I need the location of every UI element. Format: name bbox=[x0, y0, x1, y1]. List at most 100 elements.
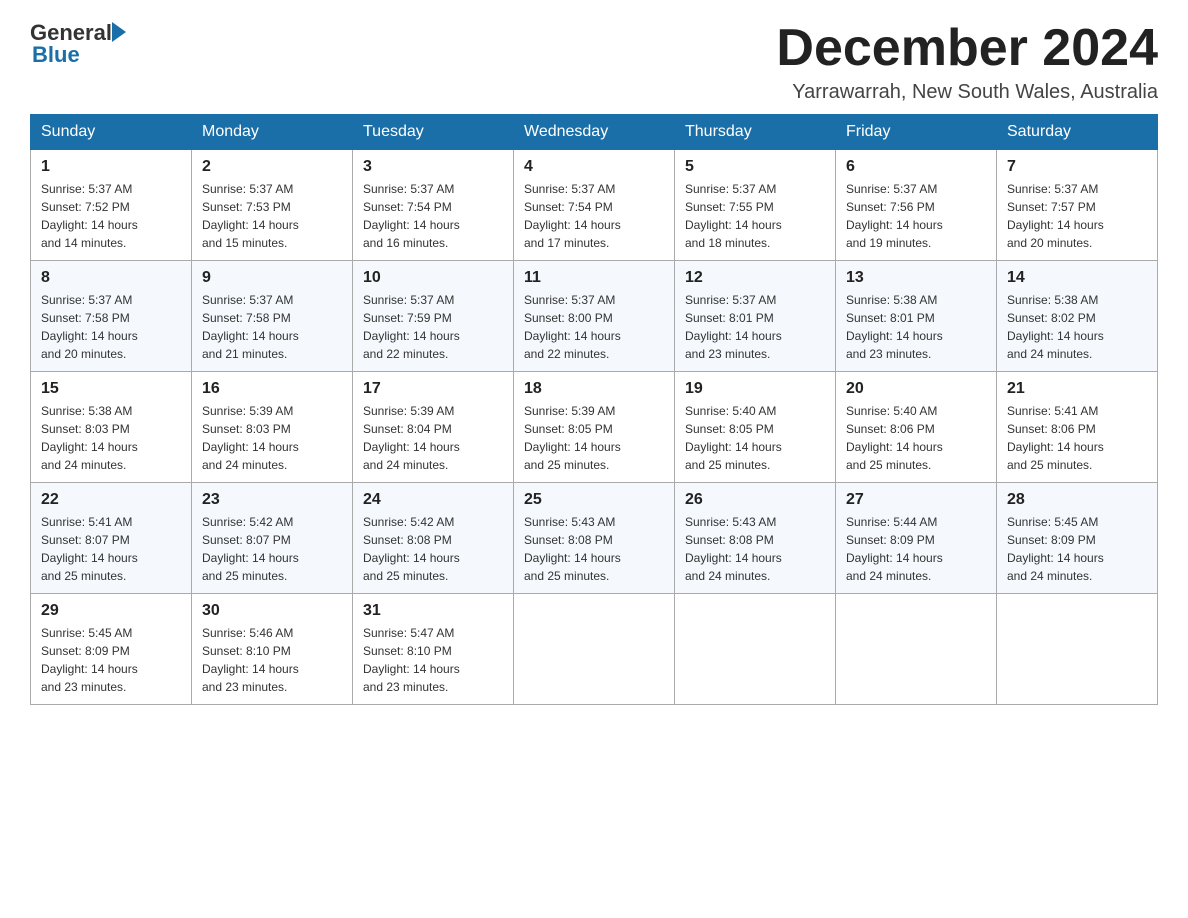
calendar-day-cell bbox=[514, 594, 675, 705]
day-info: Sunrise: 5:39 AMSunset: 8:04 PMDaylight:… bbox=[363, 402, 503, 474]
weekday-header-monday: Monday bbox=[192, 115, 353, 150]
day-number: 9 bbox=[202, 269, 342, 287]
calendar-day-cell bbox=[675, 594, 836, 705]
calendar-day-cell bbox=[997, 594, 1158, 705]
calendar-day-cell: 21 Sunrise: 5:41 AMSunset: 8:06 PMDayligh… bbox=[997, 372, 1158, 483]
calendar-header-row: SundayMondayTuesdayWednesdayThursdayFrid… bbox=[31, 115, 1158, 150]
calendar-day-cell: 5Sunrise: 5:37 AMSunset: 7:55 PMDaylight… bbox=[675, 150, 836, 261]
day-number: 29 bbox=[41, 602, 181, 620]
day-number: 21 bbox=[1007, 380, 1147, 398]
calendar-day-cell: 18 Sunrise: 5:39 AMSunset: 8:05 PMDayligh… bbox=[514, 372, 675, 483]
day-number: 18 bbox=[524, 380, 664, 398]
day-info: Sunrise: 5:42 AMSunset: 8:07 PMDaylight:… bbox=[202, 513, 342, 585]
day-info: Sunrise: 5:42 AMSunset: 8:08 PMDaylight:… bbox=[363, 513, 503, 585]
day-info: Sunrise: 5:40 AMSunset: 8:06 PMDaylight:… bbox=[846, 402, 986, 474]
day-info: Sunrise: 5:46 AMSunset: 8:10 PMDaylight:… bbox=[202, 624, 342, 696]
day-info: Sunrise: 5:37 AMSunset: 7:59 PMDaylight:… bbox=[363, 291, 503, 363]
day-info: Sunrise: 5:45 AMSunset: 8:09 PMDaylight:… bbox=[41, 624, 181, 696]
day-info: Sunrise: 5:39 AMSunset: 8:03 PMDaylight:… bbox=[202, 402, 342, 474]
day-info: Sunrise: 5:44 AMSunset: 8:09 PMDaylight:… bbox=[846, 513, 986, 585]
day-number: 8 bbox=[41, 269, 181, 287]
calendar-week-row: 29 Sunrise: 5:45 AMSunset: 8:09 PMDayligh… bbox=[31, 594, 1158, 705]
calendar-day-cell: 28 Sunrise: 5:45 AMSunset: 8:09 PMDayligh… bbox=[997, 483, 1158, 594]
day-info: Sunrise: 5:38 AMSunset: 8:02 PMDaylight:… bbox=[1007, 291, 1147, 363]
day-number: 6 bbox=[846, 158, 986, 176]
calendar-day-cell: 30 Sunrise: 5:46 AMSunset: 8:10 PMDayligh… bbox=[192, 594, 353, 705]
calendar-day-cell: 13 Sunrise: 5:38 AMSunset: 8:01 PMDayligh… bbox=[836, 261, 997, 372]
calendar-week-row: 15 Sunrise: 5:38 AMSunset: 8:03 PMDayligh… bbox=[31, 372, 1158, 483]
calendar-table: SundayMondayTuesdayWednesdayThursdayFrid… bbox=[30, 114, 1158, 705]
calendar-day-cell: 27 Sunrise: 5:44 AMSunset: 8:09 PMDayligh… bbox=[836, 483, 997, 594]
day-number: 2 bbox=[202, 158, 342, 176]
calendar-day-cell: 16Sunrise: 5:39 AMSunset: 8:03 PMDayligh… bbox=[192, 372, 353, 483]
day-number: 28 bbox=[1007, 491, 1147, 509]
day-info: Sunrise: 5:37 AMSunset: 7:58 PMDaylight:… bbox=[41, 291, 181, 363]
calendar-day-cell: 17 Sunrise: 5:39 AMSunset: 8:04 PMDayligh… bbox=[353, 372, 514, 483]
calendar-week-row: 1 Sunrise: 5:37 AMSunset: 7:52 PMDaylight… bbox=[31, 150, 1158, 261]
calendar-day-cell: 6Sunrise: 5:37 AMSunset: 7:56 PMDaylight… bbox=[836, 150, 997, 261]
day-info: Sunrise: 5:38 AMSunset: 8:03 PMDaylight:… bbox=[41, 402, 181, 474]
calendar-day-cell: 29 Sunrise: 5:45 AMSunset: 8:09 PMDayligh… bbox=[31, 594, 192, 705]
logo-blue-text: Blue bbox=[32, 42, 80, 68]
weekday-header-tuesday: Tuesday bbox=[353, 115, 514, 150]
weekday-header-friday: Friday bbox=[836, 115, 997, 150]
day-info: Sunrise: 5:37 AMSunset: 7:57 PMDaylight:… bbox=[1007, 180, 1147, 252]
day-info: Sunrise: 5:37 AMSunset: 7:52 PMDaylight:… bbox=[41, 180, 181, 252]
calendar-day-cell: 3Sunrise: 5:37 AMSunset: 7:54 PMDaylight… bbox=[353, 150, 514, 261]
calendar-day-cell: 25Sunrise: 5:43 AMSunset: 8:08 PMDayligh… bbox=[514, 483, 675, 594]
day-number: 25 bbox=[524, 491, 664, 509]
day-info: Sunrise: 5:37 AMSunset: 7:55 PMDaylight:… bbox=[685, 180, 825, 252]
calendar-day-cell: 2 Sunrise: 5:37 AMSunset: 7:53 PMDaylight… bbox=[192, 150, 353, 261]
day-number: 22 bbox=[41, 491, 181, 509]
day-info: Sunrise: 5:41 AMSunset: 8:06 PMDaylight:… bbox=[1007, 402, 1147, 474]
day-info: Sunrise: 5:41 AMSunset: 8:07 PMDaylight:… bbox=[41, 513, 181, 585]
weekday-header-sunday: Sunday bbox=[31, 115, 192, 150]
day-info: Sunrise: 5:40 AMSunset: 8:05 PMDaylight:… bbox=[685, 402, 825, 474]
month-title: December 2024 bbox=[776, 20, 1158, 77]
calendar-day-cell: 23Sunrise: 5:42 AMSunset: 8:07 PMDayligh… bbox=[192, 483, 353, 594]
title-section: December 2024 Yarrawarrah, New South Wal… bbox=[776, 20, 1158, 104]
day-info: Sunrise: 5:37 AMSunset: 7:54 PMDaylight:… bbox=[363, 180, 503, 252]
calendar-day-cell: 20 Sunrise: 5:40 AMSunset: 8:06 PMDayligh… bbox=[836, 372, 997, 483]
weekday-header-thursday: Thursday bbox=[675, 115, 836, 150]
day-number: 11 bbox=[524, 269, 664, 287]
day-info: Sunrise: 5:37 AMSunset: 8:01 PMDaylight:… bbox=[685, 291, 825, 363]
day-info: Sunrise: 5:39 AMSunset: 8:05 PMDaylight:… bbox=[524, 402, 664, 474]
day-info: Sunrise: 5:43 AMSunset: 8:08 PMDaylight:… bbox=[685, 513, 825, 585]
day-info: Sunrise: 5:37 AMSunset: 7:54 PMDaylight:… bbox=[524, 180, 664, 252]
day-number: 15 bbox=[41, 380, 181, 398]
day-number: 1 bbox=[41, 158, 181, 176]
day-number: 24 bbox=[363, 491, 503, 509]
calendar-week-row: 22 Sunrise: 5:41 AMSunset: 8:07 PMDayligh… bbox=[31, 483, 1158, 594]
day-info: Sunrise: 5:37 AMSunset: 7:53 PMDaylight:… bbox=[202, 180, 342, 252]
day-info: Sunrise: 5:47 AMSunset: 8:10 PMDaylight:… bbox=[363, 624, 503, 696]
day-number: 12 bbox=[685, 269, 825, 287]
calendar-day-cell: 10Sunrise: 5:37 AMSunset: 7:59 PMDayligh… bbox=[353, 261, 514, 372]
calendar-day-cell: 24 Sunrise: 5:42 AMSunset: 8:08 PMDayligh… bbox=[353, 483, 514, 594]
calendar-day-cell: 15 Sunrise: 5:38 AMSunset: 8:03 PMDayligh… bbox=[31, 372, 192, 483]
calendar-day-cell: 14Sunrise: 5:38 AMSunset: 8:02 PMDayligh… bbox=[997, 261, 1158, 372]
location-subtitle: Yarrawarrah, New South Wales, Australia bbox=[776, 81, 1158, 104]
calendar-day-cell: 9 Sunrise: 5:37 AMSunset: 7:58 PMDaylight… bbox=[192, 261, 353, 372]
day-number: 27 bbox=[846, 491, 986, 509]
calendar-day-cell: 4 Sunrise: 5:37 AMSunset: 7:54 PMDaylight… bbox=[514, 150, 675, 261]
day-info: Sunrise: 5:37 AMSunset: 8:00 PMDaylight:… bbox=[524, 291, 664, 363]
day-number: 13 bbox=[846, 269, 986, 287]
day-number: 4 bbox=[524, 158, 664, 176]
weekday-header-wednesday: Wednesday bbox=[514, 115, 675, 150]
day-number: 26 bbox=[685, 491, 825, 509]
calendar-day-cell: 1 Sunrise: 5:37 AMSunset: 7:52 PMDaylight… bbox=[31, 150, 192, 261]
day-number: 30 bbox=[202, 602, 342, 620]
day-number: 7 bbox=[1007, 158, 1147, 176]
day-number: 20 bbox=[846, 380, 986, 398]
calendar-day-cell: 19Sunrise: 5:40 AMSunset: 8:05 PMDayligh… bbox=[675, 372, 836, 483]
day-info: Sunrise: 5:38 AMSunset: 8:01 PMDaylight:… bbox=[846, 291, 986, 363]
weekday-header-saturday: Saturday bbox=[997, 115, 1158, 150]
day-info: Sunrise: 5:37 AMSunset: 7:58 PMDaylight:… bbox=[202, 291, 342, 363]
calendar-day-cell: 31 Sunrise: 5:47 AMSunset: 8:10 PMDayligh… bbox=[353, 594, 514, 705]
day-number: 31 bbox=[363, 602, 503, 620]
calendar-week-row: 8 Sunrise: 5:37 AMSunset: 7:58 PMDaylight… bbox=[31, 261, 1158, 372]
day-number: 17 bbox=[363, 380, 503, 398]
day-info: Sunrise: 5:45 AMSunset: 8:09 PMDaylight:… bbox=[1007, 513, 1147, 585]
calendar-day-cell bbox=[836, 594, 997, 705]
